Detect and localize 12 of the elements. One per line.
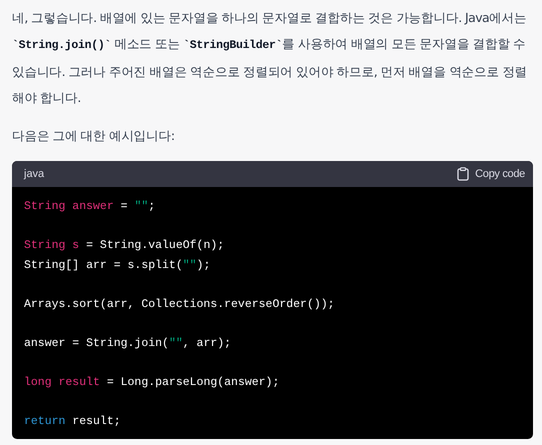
answer-paragraph: 네, 그렇습니다. 배열에 있는 문자열을 하나의 문자열로 결합하는 것은 가능합니다. Java에서는 `String.join()` 메소드 또는 `StringBuilder`를 사용하여 배열의 모든 문자열을 결합할 수 있습니다. 그러나 주어진 배열은 역순으로 정렬되어 있어야 하므로, 먼저 배열을 역순으로 정렬해야 합니다. xyxy=(12,9,528,107)
code-line: String s = String.valueOf(n); xyxy=(24,238,224,254)
language-label: java xyxy=(24,168,44,180)
code-line: long result = Long.parseLong(answer); xyxy=(24,374,280,390)
copy-code-button[interactable]: Copy code xyxy=(457,167,525,181)
clipboard-icon xyxy=(457,167,470,181)
code-line: String[] arr = s.split(""); xyxy=(24,258,210,274)
code-line: Arrays.sort(arr, Collections.reverseOrder()); xyxy=(24,296,335,312)
answer-paragraph: 다음은 그에 대한 예시입니다: xyxy=(12,127,176,145)
code-line: return result; xyxy=(24,414,121,430)
code-line: String answer = ""; xyxy=(24,199,156,215)
code-line: answer = String.join("", arr); xyxy=(24,336,232,352)
